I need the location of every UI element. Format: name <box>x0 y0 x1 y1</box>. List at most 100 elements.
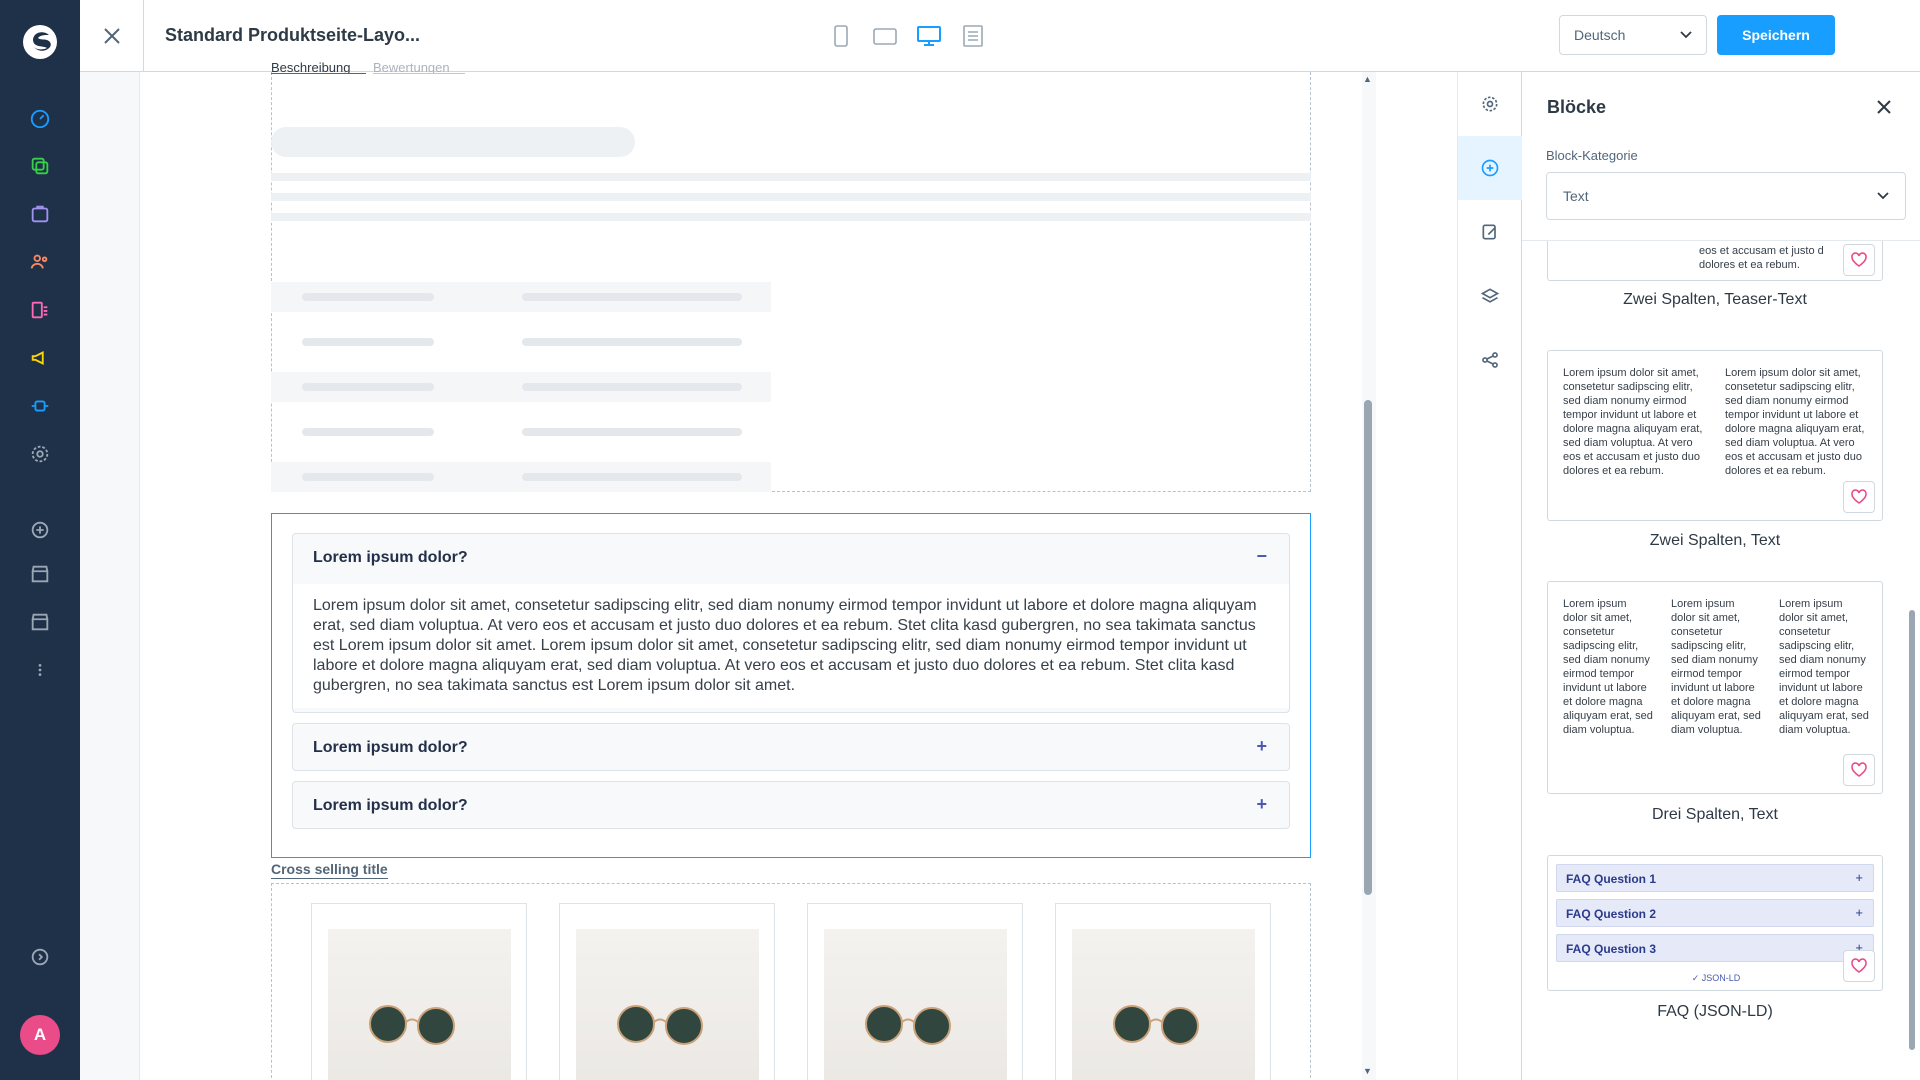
language-value: Deutsch <box>1574 27 1626 43</box>
product-card[interactable] <box>311 903 527 1080</box>
settings-icon[interactable] <box>28 442 52 466</box>
close-icon[interactable] <box>1877 100 1891 119</box>
catalog-icon[interactable] <box>28 154 52 178</box>
faq-preview-question: FAQ Question 3 <box>1566 942 1657 956</box>
block-preview-text: eos et accusam et justo d dolores et ea … <box>1699 245 1824 271</box>
shopware-logo-icon[interactable] <box>20 22 60 62</box>
product-card[interactable] <box>559 903 775 1080</box>
save-button[interactable]: Speichern <box>1717 15 1835 55</box>
favorite-heart-icon[interactable] <box>1843 481 1875 513</box>
block-preview-column: Lorem ipsum dolor sit amet, consetetur s… <box>1671 598 1761 736</box>
chevron-down-icon <box>1680 31 1692 39</box>
skeleton-pill <box>522 293 742 301</box>
cross-selling-title[interactable]: Cross selling title <box>271 861 388 879</box>
expand-plus-icon[interactable]: + <box>1256 736 1267 757</box>
faq-question: Lorem ipsum dolor? <box>313 549 468 566</box>
faq-block[interactable]: Lorem ipsum dolor? − Lorem ipsum dolor s… <box>271 513 1311 858</box>
skeleton-pill <box>522 338 742 346</box>
tab-reviews[interactable]: Bewertungen <box>373 60 465 74</box>
device-switcher <box>827 22 987 50</box>
dashboard-icon[interactable] <box>28 107 52 131</box>
faq-question: Lorem ipsum dolor? <box>313 739 468 756</box>
skeleton-heading <box>271 127 635 157</box>
edit-icon[interactable] <box>1458 200 1522 264</box>
sunglasses-image <box>1072 929 1255 1080</box>
block-preview-column: Lorem ipsum dolor sit amet, consetetur s… <box>1725 367 1865 477</box>
skeleton-pill <box>302 338 434 346</box>
favorite-heart-icon[interactable] <box>1843 754 1875 786</box>
block-name: FAQ (JSON-LD) <box>1657 1003 1773 1020</box>
faq-preview-item: FAQ Question 3 + <box>1556 934 1874 962</box>
storefront-icon[interactable] <box>28 562 52 586</box>
panel-title: Blöcke <box>1547 97 1607 117</box>
avatar[interactable]: A <box>20 1015 60 1055</box>
product-card[interactable] <box>1055 903 1271 1080</box>
block-preview-faq-jsonld[interactable]: FAQ Question 1 + FAQ Question 2 + FAQ Ques… <box>1547 855 1883 991</box>
skeleton-pill <box>302 428 434 436</box>
skeleton-line <box>271 173 1311 181</box>
block-category-select[interactable]: Text <box>1546 172 1906 220</box>
page-title: Standard Produktseite-Layo... <box>165 25 421 45</box>
more-icon[interactable] <box>28 658 52 682</box>
language-select[interactable]: Deutsch <box>1559 15 1707 55</box>
orders-icon[interactable] <box>28 202 52 226</box>
block-name: Drei Spalten, Text <box>1652 806 1778 823</box>
block-preview-three-col-text[interactable]: Lorem ipsum dolor sit amet, consetetur s… <box>1547 581 1883 794</box>
block-preview-column: Lorem ipsum dolor sit amet, consetetur s… <box>1563 367 1703 477</box>
block-list: eos et accusam et justo d dolores et ea … <box>1522 241 1906 1080</box>
faq-answer: Lorem ipsum dolor sit amet, consetetur s… <box>293 584 1289 708</box>
block-preview-column: Lorem ipsum dolor sit amet, consetetur s… <box>1779 598 1869 736</box>
skeleton-pill <box>302 473 434 481</box>
canvas-scrollbar-thumb[interactable] <box>1364 400 1372 895</box>
close-editor-button[interactable] <box>80 0 144 72</box>
faq-preview-question: FAQ Question 2 <box>1566 907 1657 921</box>
faq-question: Lorem ipsum dolor? <box>313 797 468 814</box>
faq-preview-question: FAQ Question 1 <box>1566 872 1657 886</box>
content-icon[interactable] <box>28 298 52 322</box>
extensions-icon[interactable] <box>28 394 52 418</box>
plus-icon: + <box>1855 905 1863 920</box>
scroll-up-icon[interactable]: ▲ <box>1363 74 1372 84</box>
close-icon <box>103 28 120 44</box>
customers-icon[interactable] <box>28 250 52 274</box>
form-view-icon[interactable] <box>959 22 987 50</box>
expand-plus-icon[interactable]: + <box>1256 794 1267 815</box>
favorite-heart-icon[interactable] <box>1843 950 1875 982</box>
layers-icon[interactable] <box>1458 264 1522 328</box>
block-name: Zwei Spalten, Teaser-Text <box>1623 291 1807 308</box>
desktop-icon[interactable] <box>915 22 943 50</box>
faq-item[interactable]: Lorem ipsum dolor? + <box>292 723 1290 771</box>
scroll-down-icon[interactable]: ▼ <box>1363 1066 1372 1076</box>
skeleton-line <box>271 193 1311 201</box>
faq-item[interactable]: Lorem ipsum dolor? + <box>292 781 1290 829</box>
skeleton-pill <box>522 383 742 391</box>
add-block-icon[interactable] <box>1458 136 1522 200</box>
mobile-icon[interactable] <box>827 22 855 50</box>
settings-icon[interactable] <box>1458 72 1522 136</box>
tablet-icon[interactable] <box>871 22 899 50</box>
tab-description[interactable]: Beschreibung <box>271 60 366 74</box>
expand-icon[interactable] <box>28 945 52 969</box>
block-preview-two-col-text[interactable]: Lorem ipsum dolor sit amet, consetetur s… <box>1547 350 1883 521</box>
headless-icon[interactable] <box>28 610 52 634</box>
collapse-icon[interactable]: − <box>1256 546 1267 567</box>
sunglasses-image <box>576 929 759 1080</box>
share-icon[interactable] <box>1458 328 1522 392</box>
skeleton-pill <box>522 473 742 481</box>
skeleton-pill <box>522 428 742 436</box>
skeleton-pill <box>302 383 434 391</box>
favorite-heart-icon[interactable] <box>1843 244 1875 276</box>
marketing-icon[interactable] <box>28 346 52 370</box>
block-preview-two-col-teaser[interactable]: eos et accusam et justo d dolores et ea … <box>1547 241 1883 281</box>
skeleton-line <box>271 213 1311 221</box>
admin-sidebar: A <box>0 0 80 1080</box>
sunglasses-image <box>824 929 1007 1080</box>
faq-preview-item: FAQ Question 1 + <box>1556 864 1874 892</box>
faq-item-expanded[interactable]: Lorem ipsum dolor? − Lorem ipsum dolor s… <box>292 533 1290 713</box>
product-card[interactable] <box>807 903 1023 1080</box>
add-sales-channel-icon[interactable] <box>28 518 52 542</box>
skeleton-pill <box>302 293 434 301</box>
block-category-value: Text <box>1563 188 1589 204</box>
sidebar-tools <box>1457 72 1522 1080</box>
panel-scrollbar-thumb[interactable] <box>1909 610 1915 1050</box>
